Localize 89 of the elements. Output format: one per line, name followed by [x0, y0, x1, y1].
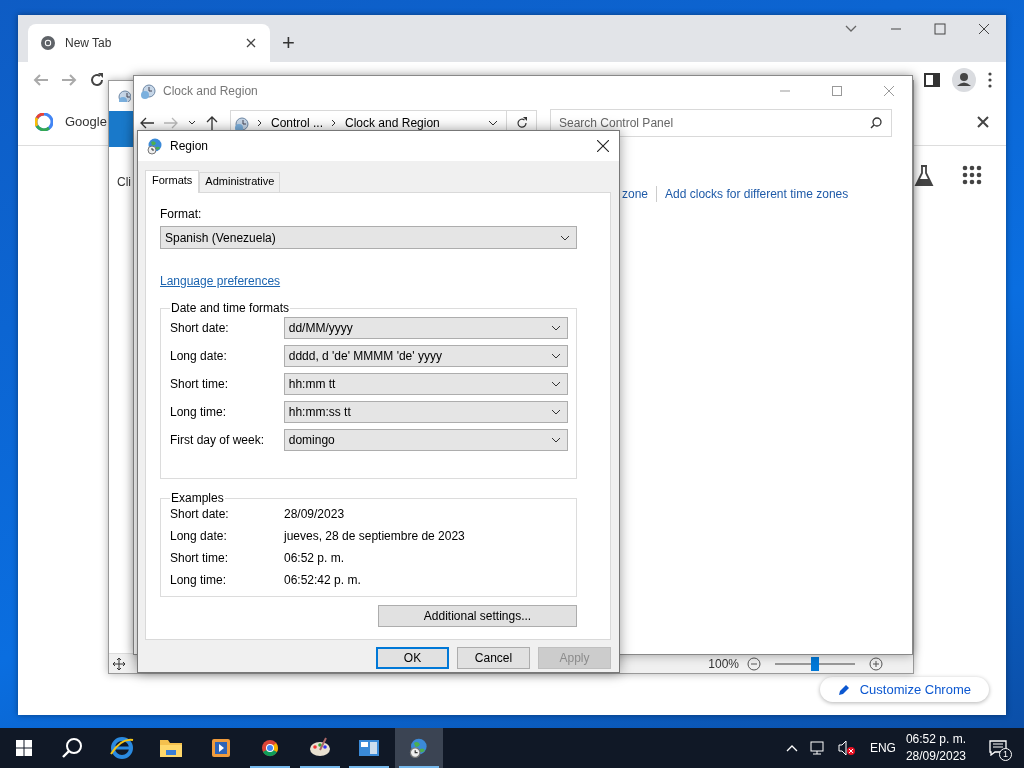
sidebar-text: Cli: [116, 175, 132, 189]
chevron-down-icon[interactable]: [488, 120, 498, 126]
menu-icon[interactable]: [988, 72, 992, 88]
maximize-icon[interactable]: [934, 23, 946, 35]
close-icon[interactable]: [977, 115, 989, 128]
network-icon[interactable]: [809, 740, 826, 756]
pencil-icon: [837, 683, 850, 696]
tab[interactable]: Formats: [145, 170, 200, 193]
breadcrumb-item[interactable]: Clock and Region: [345, 116, 440, 130]
zoom-in-icon[interactable]: [869, 656, 883, 671]
dialog-button[interactable]: Cancel: [457, 647, 530, 669]
tab-title: New Tab: [65, 36, 113, 50]
field-label: Short time:: [170, 377, 230, 391]
selection-highlight: [109, 111, 133, 147]
chevron-up-icon[interactable]: [785, 744, 798, 752]
dropdown[interactable]: hh:mm tt: [283, 373, 568, 395]
move-icon: [113, 657, 125, 670]
example-value: 28/09/2023: [284, 506, 345, 521]
dialog-title: Region: [170, 139, 209, 153]
chevron-down-icon: [560, 234, 570, 241]
zoom-slider-thumb[interactable]: [811, 656, 819, 671]
profile-icon[interactable]: [952, 68, 976, 92]
chevron-down-icon: [551, 353, 561, 359]
additional-settings-button[interactable]: Additional settings...: [378, 605, 577, 627]
search-icon: [870, 117, 882, 129]
example-value: 06:52 p. m.: [284, 550, 345, 565]
chevron-down-icon: [551, 437, 561, 443]
example-value: jueves, 28 de septiembre de 2023: [284, 528, 465, 543]
google-logo-icon: [35, 112, 53, 131]
dropdown[interactable]: dd/MM/yyyy: [283, 317, 568, 339]
window-title: Clock and Region: [163, 84, 258, 98]
field-label: Long time:: [170, 405, 228, 419]
field-label: Short date:: [170, 321, 230, 335]
link[interactable]: Add clocks for different time zones: [665, 187, 849, 201]
notification-count: 1: [999, 748, 1012, 761]
chevron-down-icon: [551, 325, 561, 331]
chevron-down-icon: [551, 409, 561, 415]
field-label: Short time:: [170, 550, 230, 565]
back-arrow-icon[interactable]: [140, 117, 154, 129]
zoom-level: 100%: [708, 656, 739, 671]
dropdown[interactable]: dddd, d 'de' MMMM 'de' yyyy: [283, 345, 568, 367]
taskbar-clock[interactable]: 06:52 p. m. 28/09/2023: [905, 731, 966, 765]
chevron-right-icon: [257, 119, 263, 127]
customize-button[interactable]: Customize Chrome: [819, 677, 989, 702]
search-field[interactable]: Search Control Panel: [550, 109, 892, 137]
group-title: Examples: [170, 491, 225, 505]
zoom-out-icon[interactable]: [747, 656, 761, 671]
field-label: Format:: [160, 207, 203, 221]
notifications-button[interactable]: 1: [978, 728, 1018, 768]
group-title: Date and time formats: [170, 301, 291, 315]
chevron-down-icon[interactable]: [188, 120, 196, 126]
apps-grid-icon[interactable]: [962, 165, 982, 185]
side-panel-icon[interactable]: [924, 72, 940, 88]
reload-icon[interactable]: [89, 72, 105, 88]
chevron-right-icon: [331, 119, 338, 127]
chat-bubble-icon: [989, 740, 1007, 756]
new-tab-button[interactable]: +: [282, 32, 295, 54]
example-value: 06:52:42 p. m.: [284, 572, 361, 587]
field-label: Long date:: [170, 528, 228, 543]
browser-tab[interactable]: New Tab: [28, 24, 270, 62]
breadcrumb-item[interactable]: Control ...: [271, 116, 324, 130]
maximize-icon[interactable]: [832, 86, 842, 96]
tab[interactable]: Administrative: [199, 172, 281, 192]
chevron-down-icon: [551, 381, 561, 387]
bookmark-link[interactable]: Google: [65, 114, 107, 129]
language-indicator[interactable]: ENG: [869, 741, 896, 755]
refresh-icon: [515, 117, 528, 129]
close-icon[interactable]: [246, 38, 256, 48]
control-panel-icon: [117, 88, 131, 102]
volume-muted-icon[interactable]: [837, 740, 856, 756]
close-icon[interactable]: [597, 140, 609, 152]
field-label: Long date:: [170, 349, 228, 363]
dialog-button: Apply: [538, 647, 611, 669]
chrome-logo-icon: [39, 34, 57, 52]
field-label: First day of week:: [170, 433, 266, 447]
clock-globe-icon: [139, 82, 157, 100]
dropdown[interactable]: hh:mm:ss tt: [283, 401, 568, 423]
link[interactable]: zone: [622, 187, 649, 201]
dialog-button[interactable]: OK: [376, 647, 449, 669]
dropdown[interactable]: domingo: [283, 429, 568, 451]
dropdown[interactable]: Spanish (Venezuela): [160, 226, 577, 249]
field-label: Long time:: [170, 572, 228, 587]
close-icon[interactable]: [978, 23, 990, 35]
up-arrow-icon[interactable]: [206, 116, 218, 130]
globe-clock-icon[interactable]: [394, 728, 443, 768]
flask-icon[interactable]: [914, 165, 934, 187]
globe-clock-icon: [146, 137, 164, 155]
field-label: Short date:: [170, 506, 230, 521]
link[interactable]: Language preferences: [160, 274, 281, 288]
